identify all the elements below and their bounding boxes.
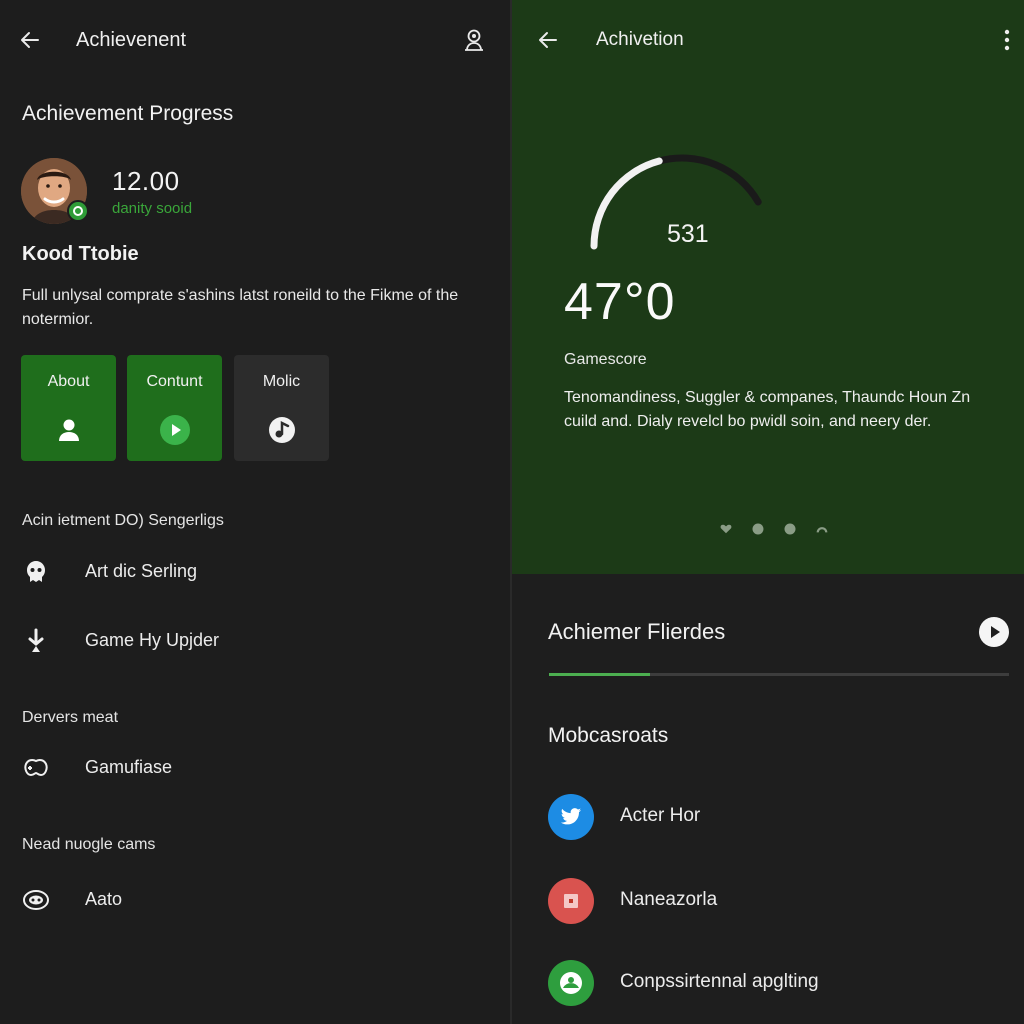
green-app-icon <box>548 960 594 1006</box>
group-heading-nead: Nead nuogle cams <box>22 836 156 853</box>
left-pane: Achievenent Achievement Progress 12.00 d… <box>0 0 510 1024</box>
featured-progress-fill <box>549 673 651 676</box>
gamescore-label: Gamescore <box>564 351 647 368</box>
list-item-art-dic-serling[interactable]: Art dic Serling <box>22 552 462 592</box>
list-item-label: Aato <box>85 889 123 909</box>
social-label: Acter Hor <box>620 805 701 826</box>
gamepad-icon <box>22 886 50 914</box>
group-heading-achievements: Acin ietment DO) Sengerligs <box>22 512 224 529</box>
page-title: Achivetion <box>596 29 684 50</box>
featured-progress-bar <box>549 673 1009 676</box>
back-arrow-icon[interactable] <box>16 26 44 54</box>
profile-score: 12.00 <box>112 166 180 196</box>
about-tile-button[interactable]: About <box>21 355 116 461</box>
music-tile-button[interactable]: Molic <box>234 355 329 461</box>
tile-label: About <box>47 373 90 390</box>
gauge-value: 531 <box>667 220 709 248</box>
arc-dot-icon[interactable] <box>816 523 828 535</box>
music-icon <box>267 415 297 445</box>
section-title: Achievement Progress <box>22 102 234 125</box>
list-item-aato[interactable]: Aato <box>22 880 462 920</box>
app-icon <box>548 878 594 924</box>
social-item-conpssirtennal[interactable]: Conpssirtennal apglting <box>548 958 988 1008</box>
player-name: Kood Ttobie <box>22 243 139 265</box>
twitter-icon <box>548 794 594 840</box>
list-item-label: Art dic Serling <box>85 561 198 581</box>
dot-icon[interactable] <box>784 523 796 535</box>
gauge-fill <box>590 157 663 250</box>
online-status-icon <box>67 200 89 222</box>
joystick-icon <box>22 627 50 655</box>
list-item-game-hy-upjder[interactable]: Game Hy Upjder <box>22 621 462 661</box>
heart-dot-icon[interactable] <box>720 523 732 535</box>
more-options-icon[interactable] <box>996 24 1018 56</box>
page-title: Achievenent <box>76 29 187 51</box>
social-label: Conpssirtennal apglting <box>620 971 819 992</box>
profile-subtitle: danity sooid <box>112 200 193 217</box>
list-item-label: Gamufiase <box>85 757 173 777</box>
alien-icon <box>22 558 50 586</box>
tile-label: Contunt <box>146 373 203 390</box>
gamescore-value: 47°0 <box>564 273 676 331</box>
content-tile-button[interactable]: Contunt <box>127 355 222 461</box>
socials-title: Mobcasroats <box>548 724 669 747</box>
tile-label: Molic <box>262 373 301 390</box>
controller-icon <box>22 754 50 782</box>
group-heading-dervers: Dervers meat <box>22 709 119 726</box>
social-item-naneazorla[interactable]: Naneazorla <box>548 876 988 926</box>
right-pane: Achivetion 531 47°0 Gamescore Tenomandin… <box>512 0 1024 1024</box>
profile-icon[interactable] <box>458 24 490 56</box>
play-button-icon[interactable] <box>979 617 1009 647</box>
profile-description: Full unlysal comprate s'ashins latst ron… <box>22 287 459 328</box>
achievement-description: Tenomandiness, Suggler & companes, Thaun… <box>564 389 971 430</box>
person-icon <box>54 415 84 445</box>
social-item-acter-hor[interactable]: Acter Hor <box>548 792 988 842</box>
social-label: Naneazorla <box>620 889 718 910</box>
achievement-hero: Achivetion 531 47°0 Gamescore Tenomandin… <box>512 0 1024 574</box>
featured-title: Achiemer Flierdes <box>548 619 726 644</box>
carousel-indicator[interactable] <box>720 520 840 540</box>
list-item-label: Game Hy Upjder <box>85 630 220 650</box>
back-arrow-icon[interactable] <box>534 26 562 54</box>
list-item-gamufiase[interactable]: Gamufiase <box>22 748 462 788</box>
dot-icon[interactable] <box>752 523 764 535</box>
play-icon <box>159 415 190 445</box>
